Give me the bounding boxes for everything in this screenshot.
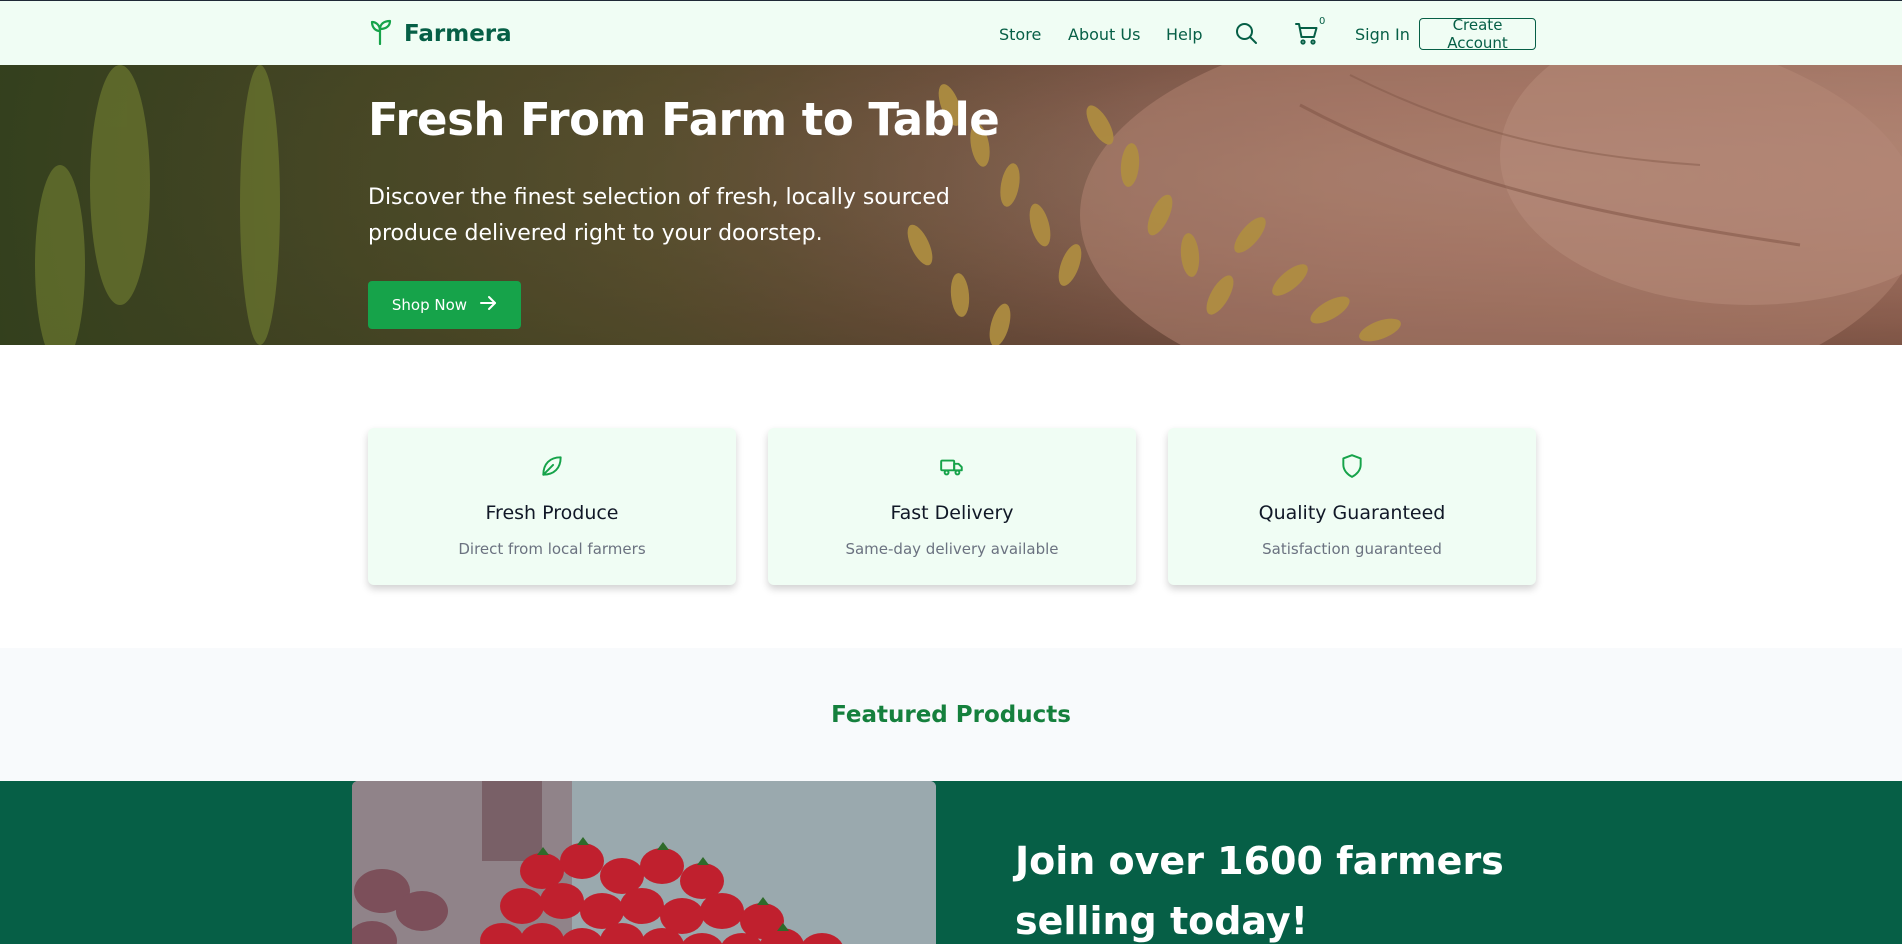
feature-description: Same-day delivery available bbox=[845, 540, 1059, 558]
cart-icon[interactable] bbox=[1295, 22, 1319, 50]
nav-store[interactable]: Store bbox=[999, 25, 1041, 44]
create-account-button[interactable]: Create Account bbox=[1419, 16, 1536, 52]
sprout-icon bbox=[370, 19, 394, 49]
shield-icon bbox=[1339, 453, 1365, 483]
cart-count-badge: 0 bbox=[1319, 16, 1326, 27]
feature-title: Fresh Produce bbox=[485, 502, 619, 524]
hero-subtitle: Discover the finest selection of fresh, … bbox=[368, 185, 950, 246]
shop-now-button[interactable]: Shop Now bbox=[368, 281, 521, 329]
feature-title: Fast Delivery bbox=[890, 502, 1014, 524]
join-title: Join over 1600 farmers selling today! bbox=[1015, 839, 1504, 943]
join-farmers-section: Join over 1600 farmers selling today! bbox=[0, 781, 1902, 944]
feature-title: Quality Guaranteed bbox=[1258, 502, 1446, 524]
site-header: Farmera Store About Us Help 0 Sign In Cr… bbox=[0, 0, 1902, 65]
arrow-right-icon bbox=[479, 294, 497, 316]
feature-description: Direct from local farmers bbox=[458, 540, 646, 558]
feature-card-fresh-produce: Fresh Produce Direct from local farmers bbox=[368, 428, 736, 585]
hero-banner: Fresh From Farm to Table Discover the fi… bbox=[0, 65, 1902, 345]
feature-card-quality-guaranteed: Quality Guaranteed Satisfaction guarante… bbox=[1168, 428, 1536, 585]
brand-name: Farmera bbox=[404, 21, 512, 47]
hero-title: Fresh From Farm to Table bbox=[368, 93, 1000, 146]
strawberries-image bbox=[352, 781, 936, 944]
feature-card-fast-delivery: Fast Delivery Same-day delivery availabl… bbox=[768, 428, 1136, 585]
leaf-icon bbox=[539, 453, 565, 483]
truck-icon bbox=[939, 453, 965, 483]
nav-about-us[interactable]: About Us bbox=[1068, 25, 1140, 44]
shop-now-label: Shop Now bbox=[391, 296, 468, 314]
sign-in-link[interactable]: Sign In bbox=[1355, 25, 1410, 44]
feature-cards: Fresh Produce Direct from local farmers … bbox=[368, 428, 1536, 585]
featured-products-title: Featured Products bbox=[831, 702, 1071, 728]
feature-description: Satisfaction guaranteed bbox=[1262, 540, 1442, 558]
featured-products-section: Featured Products bbox=[0, 648, 1902, 781]
nav-help[interactable]: Help bbox=[1166, 25, 1202, 44]
brand-logo[interactable]: Farmera bbox=[370, 19, 512, 49]
search-icon[interactable] bbox=[1234, 21, 1258, 49]
